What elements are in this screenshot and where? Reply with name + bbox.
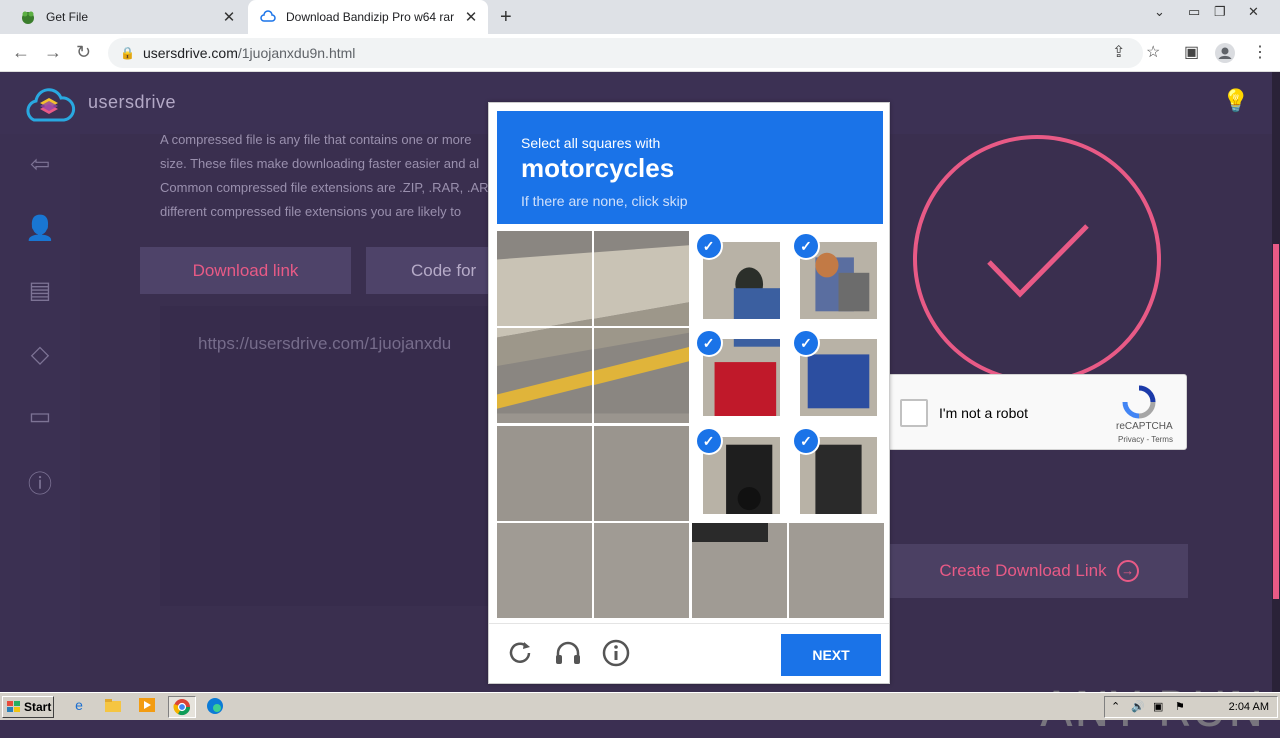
windows-taskbar: Start e ⌃ 🔊 ▣ ⚑ 2:04 AM — [0, 692, 1280, 720]
download-link-text[interactable]: https://usersdrive.com/1juojanxdu — [198, 334, 451, 354]
tile-selected-check-icon: ✓ — [696, 331, 721, 356]
recaptcha-logo-icon — [1122, 385, 1156, 419]
captcha-tile[interactable] — [497, 522, 592, 618]
volume-icon[interactable]: 🔊 — [1131, 700, 1145, 713]
create-download-link-label: Create Download Link — [939, 561, 1107, 580]
add-user-icon[interactable]: 👤 — [24, 214, 56, 246]
create-download-link-button[interactable]: Create Download Link → — [890, 544, 1188, 598]
chrome-taskbar-icon[interactable] — [168, 696, 196, 718]
stats-icon[interactable]: ▤ — [24, 276, 56, 308]
minimize-icon[interactable]: ▭ — [1188, 4, 1200, 20]
ie-icon[interactable]: e — [68, 697, 90, 717]
back-icon[interactable]: ← — [12, 42, 30, 63]
info-icon[interactable]: ⓘ — [24, 464, 56, 498]
sidebar: ⇦ 👤 ▤ ◇ ▭ ⓘ — [0, 134, 80, 692]
new-tab-button[interactable]: + — [500, 6, 512, 29]
captcha-tile[interactable] — [594, 328, 690, 424]
address-bar[interactable]: 🔒 usersdrive.com/1juojanxdu9n.html — [108, 38, 1143, 68]
clock: 2:04 AM — [1228, 701, 1269, 713]
download-link-button[interactable]: Download link — [140, 247, 351, 294]
captcha-tile[interactable]: ✓ — [788, 328, 884, 424]
scrollbar-thumb[interactable] — [1273, 244, 1279, 599]
url-host: usersdrive.com — [142, 45, 238, 61]
tile-selected-check-icon: ✓ — [696, 234, 721, 258]
recaptcha-anchor: I'm not a robot reCAPTCHA Privacy - Term… — [883, 374, 1187, 450]
compressed-file-description: A compressed file is any file that conta… — [160, 132, 489, 219]
recaptcha-label: I'm not a robot — [939, 405, 1029, 421]
tab-title: Get File — [46, 10, 89, 24]
close-tab-icon[interactable]: ✕ — [218, 8, 240, 26]
tray-expand-icon[interactable]: ⌃ — [1111, 700, 1120, 713]
edge-icon[interactable] — [204, 697, 226, 717]
windows-logo-icon — [7, 701, 20, 712]
captcha-tile[interactable]: ✓ — [788, 425, 884, 521]
challenge-header: Select all squares with motorcycles If t… — [497, 111, 883, 224]
challenge-target: motorcycles — [521, 153, 675, 183]
tile-selected-check-icon: ✓ — [696, 428, 721, 453]
code-for-button[interactable]: Code for — [366, 247, 496, 294]
arrow-right-circle-icon: → — [1116, 560, 1139, 582]
next-button[interactable]: NEXT — [781, 634, 881, 676]
challenge-footer: NEXT — [489, 623, 889, 683]
captcha-tile[interactable] — [594, 522, 690, 618]
tab-strip: Get File ✕ Download Bandizip Pro w64 rar… — [0, 0, 1280, 34]
lightbulb-icon[interactable]: 💡 — [1222, 88, 1249, 114]
captcha-tile[interactable]: ✓ — [691, 231, 787, 326]
reload-challenge-icon[interactable] — [505, 638, 535, 668]
challenge-hint: If there are none, click skip — [521, 193, 688, 209]
captcha-tile[interactable]: ✓ — [788, 231, 884, 326]
captcha-tile[interactable] — [497, 328, 592, 424]
side-panel-icon[interactable]: ▣ — [1184, 42, 1199, 62]
forward-icon[interactable]: → — [44, 42, 62, 63]
reload-icon[interactable]: ↻ — [76, 42, 91, 63]
close-tab-icon[interactable]: ✕ — [460, 8, 482, 26]
audio-challenge-icon[interactable] — [553, 638, 583, 668]
tab-search-chevron-icon[interactable]: ⌄ — [1154, 4, 1165, 20]
usersdrive-logo-icon[interactable] — [22, 84, 76, 124]
share-icon[interactable]: ⇪ — [1112, 42, 1125, 62]
tile-selected-check-icon: ✓ — [793, 234, 818, 258]
browser-toolbar: ← → ↻ 🔒 usersdrive.com/1juojanxdu9n.html… — [0, 34, 1280, 72]
start-label: Start — [24, 700, 52, 714]
restore-icon[interactable]: ❐ — [1214, 4, 1226, 20]
captcha-tile[interactable] — [497, 425, 592, 521]
diamond-icon[interactable]: ◇ — [24, 340, 56, 372]
captcha-tile[interactable] — [497, 231, 592, 326]
network-icon[interactable]: ▣ — [1153, 700, 1163, 713]
profile-avatar-icon[interactable] — [1214, 42, 1236, 69]
tile-selected-check-icon: ✓ — [793, 428, 818, 453]
captcha-tile[interactable] — [594, 425, 690, 521]
captcha-tile[interactable]: ✓ — [691, 425, 787, 521]
captcha-tile[interactable] — [594, 231, 690, 326]
tab-download-bandizip[interactable]: Download Bandizip Pro w64 rar ✕ — [248, 0, 488, 34]
menu-kebab-icon[interactable]: ⋮ — [1252, 42, 1268, 62]
site-brand[interactable]: usersdrive — [88, 92, 176, 113]
money-icon[interactable]: ▭ — [24, 402, 56, 434]
system-tray: ⌃ 🔊 ▣ ⚑ 2:04 AM — [1104, 696, 1278, 718]
info-help-icon[interactable] — [601, 638, 631, 668]
close-window-icon[interactable]: ✕ — [1248, 4, 1259, 20]
login-icon[interactable]: ⇦ — [24, 150, 56, 182]
recaptcha-brand: reCAPTCHA — [1116, 421, 1173, 432]
url-path: /1juojanxdu9n.html — [237, 45, 356, 61]
recaptcha-privacy-terms-link[interactable]: Privacy - Terms — [1118, 435, 1173, 444]
tab-title: Download Bandizip Pro w64 rar — [286, 10, 455, 24]
challenge-instruction: Select all squares with — [521, 135, 661, 151]
captcha-tile[interactable] — [788, 522, 884, 618]
challenge-image-grid: ✓ ✓ ✓ ✓ ✓ ✓ — [497, 231, 884, 618]
folder-icon[interactable] — [102, 697, 124, 717]
frog-favicon-icon — [20, 9, 36, 25]
cloud-favicon-icon — [260, 9, 276, 25]
captcha-tile[interactable] — [691, 522, 787, 618]
start-button[interactable]: Start — [2, 696, 54, 718]
recaptcha-challenge: Select all squares with motorcycles If t… — [488, 102, 890, 684]
recaptcha-checkbox[interactable] — [900, 399, 928, 427]
bookmark-star-icon[interactable]: ☆ — [1146, 42, 1160, 62]
flag-icon[interactable]: ⚑ — [1175, 700, 1185, 713]
lock-icon: 🔒 — [120, 46, 135, 60]
tab-get-file[interactable]: Get File ✕ — [8, 0, 246, 34]
media-player-icon[interactable] — [136, 697, 158, 717]
captcha-tile[interactable]: ✓ — [691, 328, 787, 424]
success-check-icon — [913, 135, 1161, 383]
